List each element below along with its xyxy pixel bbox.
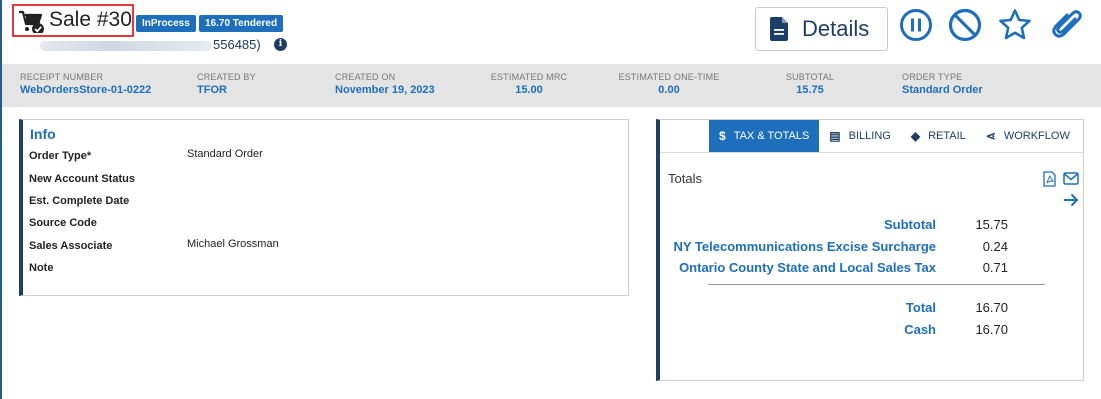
dollar-icon: $ (719, 129, 726, 143)
order-summary-bar: RECEIPT NUMBER WebOrdersStore-01-0222 CR… (2, 64, 1101, 107)
summary-label: ESTIMATED MRC (490, 72, 568, 82)
summary-value: Standard Order (902, 84, 983, 96)
summary-subtotal: SUBTOTAL 15.75 (780, 72, 840, 96)
summary-label: ORDER TYPE (902, 72, 963, 82)
tab-label: WORKFLOW (1003, 130, 1070, 142)
summary-estimated-one-time: ESTIMATED ONE-TIME 0.00 (616, 72, 722, 96)
summary-label: RECEIPT NUMBER (20, 72, 104, 82)
paperclip-icon[interactable] (1050, 8, 1084, 42)
customer-id: 556485) (213, 37, 261, 52)
redacted-customer-name (40, 40, 212, 51)
totals-line-value: 15.75 (975, 217, 1008, 232)
totals-line-cash: Cash 16.70 (660, 322, 1084, 340)
info-panel: Info Order Type* Standard Order New Acco… (19, 119, 629, 296)
tab-label: RETAIL (928, 130, 966, 142)
totals-line-label: NY Telecommunications Excise Surcharge (673, 239, 936, 254)
info-value[interactable]: Standard Order (187, 148, 263, 160)
summary-receipt-number: RECEIPT NUMBER WebOrdersStore-01-0222 (20, 72, 151, 96)
totals-line-ontario-tax: Ontario County State and Local Sales Tax… (660, 260, 1084, 278)
info-label: Source Code (29, 217, 97, 229)
left-edge-rule (0, 0, 2, 399)
details-label: Details (802, 16, 870, 41)
totals-line-value: 0.71 (982, 260, 1008, 275)
block-icon[interactable] (948, 8, 982, 42)
totals-line-value: 16.70 (975, 300, 1008, 315)
tag-icon: ◆ (910, 129, 921, 143)
info-label: Est. Complete Date (29, 195, 130, 207)
info-label: New Account Status (29, 173, 135, 185)
summary-estimated-mrc: ESTIMATED MRC 15.00 (490, 72, 568, 96)
totals-line-subtotal: Subtotal 15.75 (660, 217, 1084, 235)
info-label: Note (29, 262, 54, 274)
summary-label: SUBTOTAL (785, 72, 835, 82)
tendered-badge: 16.70 Tendered (199, 15, 284, 32)
cart-check-icon (19, 10, 44, 33)
tab-tax-totals[interactable]: $ TAX & TOTALS (709, 120, 820, 152)
billing-icon: ▤ (829, 129, 841, 143)
totals-line-total: Total 16.70 (660, 300, 1084, 318)
info-label: Order Type* (29, 150, 92, 162)
panel-tabs: $ TAX & TOTALS ▤ BILLING ◆ RETAIL ⋖ WORK… (709, 120, 1080, 152)
totals-line-ny-excise: NY Telecommunications Excise Surcharge 0… (660, 239, 1084, 257)
totals-line-label: Cash (904, 322, 936, 337)
info-value[interactable]: Michael Grossman (187, 238, 279, 250)
customer-link[interactable]: 556485) (40, 37, 261, 52)
info-panel-title: Info (30, 126, 56, 142)
totals-line-label: Ontario County State and Local Sales Tax (679, 260, 936, 275)
info-label: Sales Associate (29, 240, 113, 252)
tab-label: TAX & TOTALS (733, 130, 810, 142)
totals-line-value: 0.24 (982, 239, 1008, 254)
pause-icon[interactable] (899, 8, 933, 42)
summary-created-by: CREATED BY TFOR (197, 72, 256, 96)
summary-value: 15.00 (515, 84, 543, 96)
summary-label: CREATED BY (197, 72, 256, 82)
details-button[interactable]: Details (755, 7, 888, 51)
document-icon (770, 17, 788, 41)
arrow-right-icon[interactable] (1063, 193, 1079, 207)
info-icon[interactable]: i (274, 38, 287, 51)
tab-label: BILLING (848, 130, 891, 142)
summary-created-on: CREATED ON November 19, 2023 (335, 72, 435, 96)
summary-label: ESTIMATED ONE-TIME (618, 72, 720, 82)
workflow-icon: ⋖ (985, 129, 996, 143)
status-badge: InProcess (136, 15, 196, 32)
tabs-divider (660, 152, 1084, 153)
summary-value: 0.00 (658, 84, 680, 96)
tab-billing[interactable]: ▤ BILLING (819, 120, 901, 152)
totals-heading: Totals (668, 171, 702, 186)
totals-line-value: 16.70 (975, 322, 1008, 337)
summary-value[interactable]: WebOrdersStore-01-0222 (20, 84, 151, 96)
tab-retail[interactable]: ◆ RETAIL (901, 120, 976, 152)
totals-divider (708, 284, 1045, 285)
summary-value[interactable]: TFOR (197, 84, 256, 96)
totals-line-label: Total (905, 300, 936, 315)
mail-icon[interactable] (1063, 172, 1079, 185)
totals-panel: $ TAX & TOTALS ▤ BILLING ◆ RETAIL ⋖ WORK… (656, 119, 1084, 381)
summary-label: CREATED ON (335, 72, 396, 82)
summary-value: November 19, 2023 (335, 84, 435, 96)
pdf-icon[interactable] (1043, 171, 1056, 187)
totals-line-label: Subtotal (884, 217, 936, 232)
star-icon[interactable] (998, 8, 1032, 42)
summary-value: 15.75 (796, 84, 824, 96)
page-title: Sale #30 (49, 8, 132, 31)
tab-workflow[interactable]: ⋖ WORKFLOW (976, 120, 1080, 152)
summary-order-type: ORDER TYPE Standard Order (902, 72, 983, 96)
